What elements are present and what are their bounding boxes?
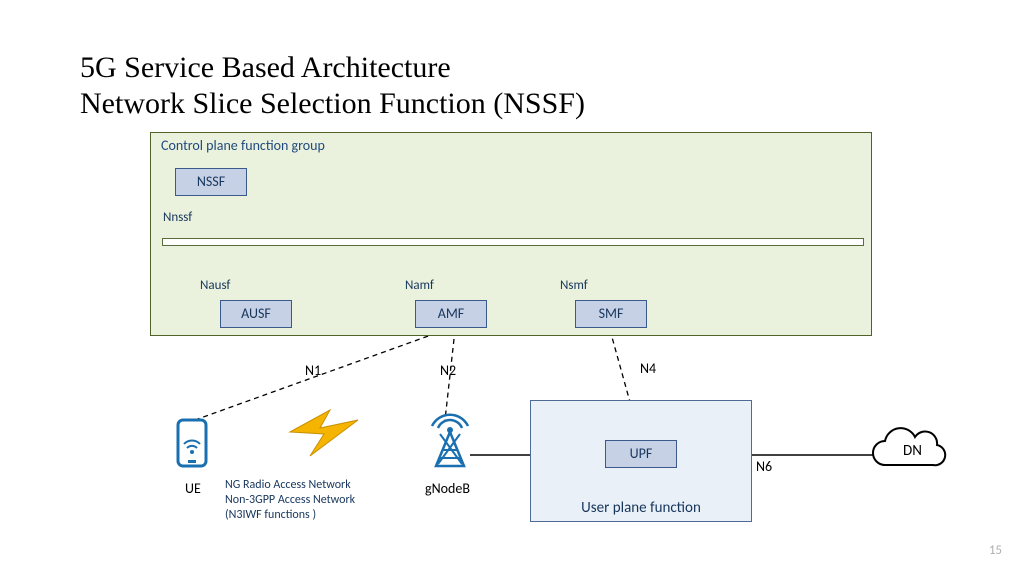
upf-node: UPF — [605, 440, 677, 468]
note-line-1: NG Radio Access Network — [225, 478, 351, 492]
dn-label: DN — [903, 442, 922, 460]
user-plane-label: User plane function — [531, 499, 751, 517]
nsmf-label: Nsmf — [560, 278, 588, 293]
ue-label: UE — [185, 480, 201, 497]
ausf-node: AUSF — [220, 300, 292, 328]
control-plane-label: Control plane function group — [161, 137, 325, 154]
nssf-node: NSSF — [175, 168, 247, 196]
n6-label: N6 — [756, 458, 772, 475]
n4-label: N4 — [640, 360, 656, 377]
note-line-2: Non-3GPP Access Network — [225, 493, 355, 507]
title-line-1: 5G Service Based Architecture — [80, 51, 451, 84]
service-bus — [162, 238, 864, 246]
n1-label: N1 — [305, 362, 321, 379]
amf-node: AMF — [415, 300, 487, 328]
ue-icon — [178, 420, 206, 466]
nausf-label: Nausf — [200, 278, 230, 293]
slide-title: 5G Service Based Architecture Network Sl… — [80, 50, 585, 122]
note-line-3: (N3IWF functions ) — [225, 508, 316, 522]
title-line-2: Network Slice Selection Function (NSSF) — [80, 87, 585, 120]
gnodeb-icon — [432, 415, 468, 466]
gnodeb-label: gNodeB — [425, 480, 470, 497]
access-network-note: NG Radio Access Network Non-3GPP Access … — [225, 478, 415, 523]
namf-label: Namf — [405, 278, 434, 293]
smf-node: SMF — [575, 300, 647, 328]
n2-label: N2 — [440, 362, 456, 379]
lightning-icon — [290, 410, 358, 456]
slide-number: 15 — [989, 543, 1002, 558]
nnssf-label: Nnssf — [163, 210, 192, 225]
